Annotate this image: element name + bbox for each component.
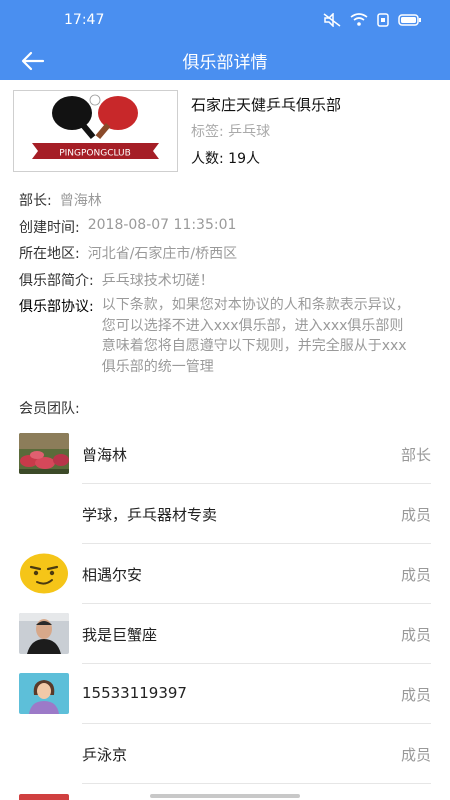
member-role: 成员 xyxy=(400,506,431,524)
club-logo: PINGPONGCLUB xyxy=(13,90,178,172)
member-name: 我是巨蟹座 xyxy=(82,626,158,644)
member-avatar xyxy=(19,613,69,654)
member-name: 曾海林 xyxy=(82,446,128,464)
member-avatar xyxy=(19,673,69,714)
flowers-photo-icon xyxy=(19,433,69,474)
member-role: 成员 xyxy=(400,686,431,704)
info-agreement: 俱乐部协议: 以下条款，如果您对本协议的人和条款表示异议，您可以选择不进入xxx… xyxy=(19,296,412,377)
member-name: 学球，乒乓器材专卖 xyxy=(82,506,218,524)
status-icons xyxy=(322,13,422,27)
member-avatar xyxy=(19,553,69,594)
member-avatar xyxy=(19,433,69,474)
member-name: 15533119397 xyxy=(82,684,187,702)
member-row[interactable]: 我是巨蟹座 成员 xyxy=(0,604,450,664)
intro-value: 乒乓球技术切磋！ xyxy=(101,273,214,289)
member-role: 成员 xyxy=(400,566,431,584)
status-time: 17:47 xyxy=(64,12,105,28)
info-leader: 部长: 曾海林 xyxy=(19,190,102,210)
battery-icon xyxy=(398,14,421,26)
logo-text: PINGPONGCLUB xyxy=(59,149,131,159)
member-role: 成员 xyxy=(400,746,431,764)
info-intro: 俱乐部简介: 乒乓球技术切磋！ xyxy=(19,270,214,290)
club-member-count: 人数: 19人 xyxy=(191,151,260,167)
created-label: 创建时间: xyxy=(19,220,80,236)
member-name: 乒泳京 xyxy=(82,746,128,764)
member-row[interactable]: 乒泳京 成员 xyxy=(0,724,450,784)
info-region: 所在地区: 河北省/石家庄市/桥西区 xyxy=(19,243,237,263)
club-detail-content[interactable]: PINGPONGCLUB 石家庄天健乒乓俱乐部 标签: 乒乓球 人数: 19人 … xyxy=(0,80,450,800)
member-row[interactable]: 学球，乒乓器材专卖 成员 xyxy=(0,484,450,544)
page-title: 俱乐部详情 xyxy=(182,53,268,73)
app-bar: 俱乐部详情 xyxy=(0,42,450,80)
sim-icon xyxy=(377,13,389,27)
member-role: 成员 xyxy=(400,626,431,644)
divider xyxy=(82,783,431,784)
info-created: 创建时间: 2018-08-07 11:35:01 xyxy=(19,217,236,237)
club-name: 石家庄天健乒乓俱乐部 xyxy=(191,96,342,114)
member-row[interactable]: 相遇尔安 成员 xyxy=(0,544,450,604)
created-value: 2018-08-07 11:35:01 xyxy=(87,217,237,233)
member-avatar-partial xyxy=(19,794,69,800)
smirk-emoji-icon xyxy=(20,553,68,594)
agreement-label: 俱乐部协议: xyxy=(19,299,94,315)
leader-value: 曾海林 xyxy=(59,193,102,209)
pingpong-logo-icon: PINGPONGCLUB xyxy=(14,91,177,171)
member-row[interactable]: 曾海林 部长 xyxy=(0,424,450,484)
club-tag: 标签: 乒乓球 xyxy=(191,124,271,140)
agreement-value: 以下条款，如果您对本协议的人和条款表示异议，您可以选择不进入xxx俱乐部，进入x… xyxy=(101,297,410,375)
man-photo-icon xyxy=(19,613,69,654)
intro-label: 俱乐部简介: xyxy=(19,273,94,289)
region-value: 河北省/石家庄市/桥西区 xyxy=(87,246,238,262)
home-indicator xyxy=(150,794,300,798)
member-role: 部长 xyxy=(400,446,431,464)
wifi-icon xyxy=(350,13,368,26)
member-row[interactable]: 15533119397 成员 xyxy=(0,664,450,724)
mute-icon xyxy=(323,13,341,27)
region-label: 所在地区: xyxy=(19,246,80,262)
member-name: 相遇尔安 xyxy=(82,566,143,584)
default-person-icon xyxy=(19,673,69,714)
status-bar: 17:47 xyxy=(0,0,450,42)
team-label: 会员团队: xyxy=(19,401,80,417)
leader-label: 部长: xyxy=(19,193,52,209)
